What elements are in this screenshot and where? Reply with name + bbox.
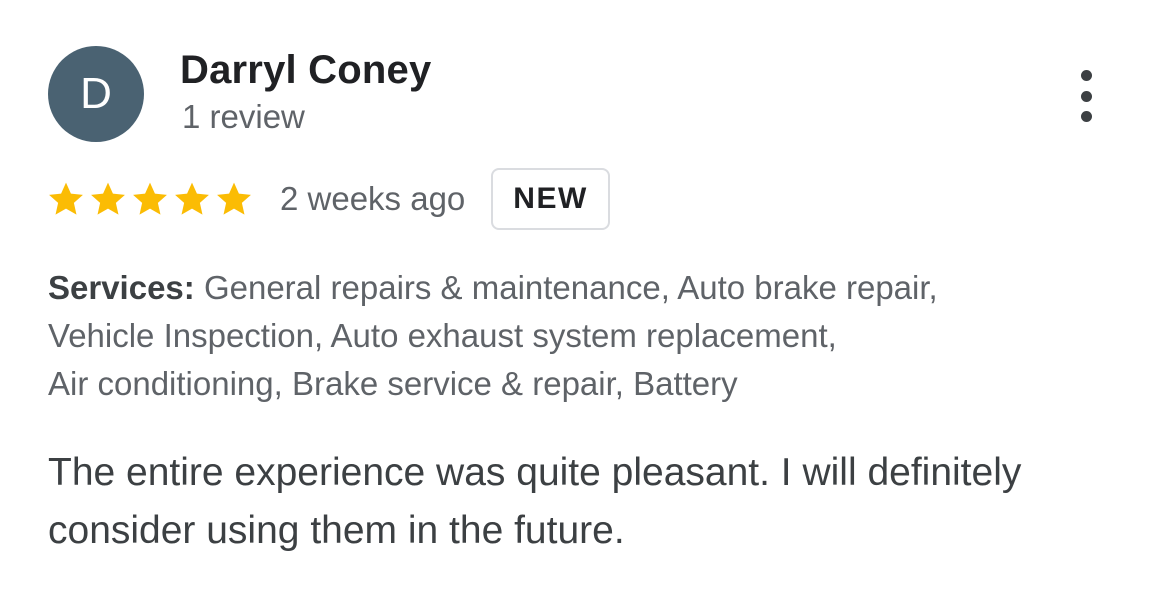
new-badge: NEW bbox=[491, 168, 610, 230]
rating-row: 2 weeks ago NEW bbox=[46, 166, 610, 232]
services-line: Services: General repairs & maintenance,… bbox=[48, 264, 1128, 312]
star-icon bbox=[133, 182, 167, 215]
star-icon bbox=[49, 182, 83, 215]
star-icon bbox=[217, 182, 251, 215]
services-label: Services: bbox=[48, 269, 195, 306]
services-line: Air conditioning, Brake service & repair… bbox=[48, 365, 738, 402]
avatar-initial: D bbox=[80, 69, 112, 118]
services-text: General repairs & maintenance, Auto brak… bbox=[194, 269, 938, 306]
review-text-line: consider using them in the future. bbox=[48, 509, 625, 552]
star-icon bbox=[91, 182, 125, 215]
more-vert-icon-dot bbox=[1080, 90, 1092, 102]
review-time: 2 weeks ago bbox=[280, 180, 466, 217]
star-icon bbox=[175, 182, 209, 215]
review-card: D Darryl Coney 1 review 2 weeks ago NEW … bbox=[0, 0, 1170, 596]
review-count: 1 review bbox=[182, 98, 305, 135]
review-text: The entire experience was quite pleasant… bbox=[48, 444, 1138, 560]
star-rating bbox=[46, 179, 256, 219]
reviewer-name[interactable]: Darryl Coney bbox=[180, 48, 431, 93]
more-vert-icon bbox=[1080, 70, 1092, 81]
avatar[interactable]: D bbox=[48, 46, 144, 142]
review-text-line: The entire experience was quite pleasant… bbox=[48, 451, 1022, 494]
more-vert-icon-dot bbox=[1080, 111, 1092, 122]
services-list: Services: General repairs & maintenance,… bbox=[48, 264, 1128, 408]
more-options-button[interactable] bbox=[1062, 64, 1110, 128]
services-line: Vehicle Inspection, Auto exhaust system … bbox=[48, 317, 837, 354]
